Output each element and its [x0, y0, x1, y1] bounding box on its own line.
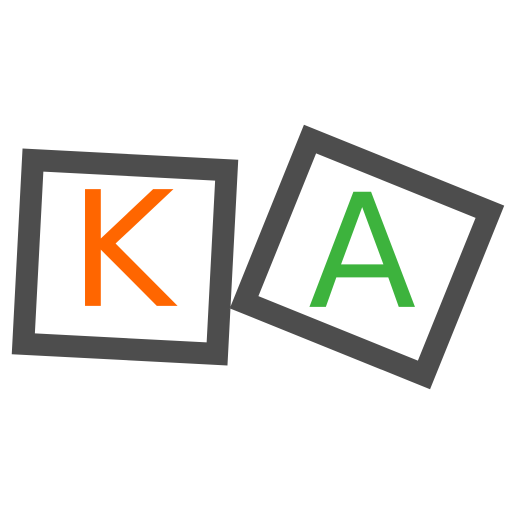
letter-block-k: K [11, 148, 239, 366]
letter-a: A [308, 160, 417, 345]
letter-k: K [68, 156, 174, 344]
logo-canvas: K A [0, 0, 512, 512]
letter-block-a: A [229, 124, 505, 390]
